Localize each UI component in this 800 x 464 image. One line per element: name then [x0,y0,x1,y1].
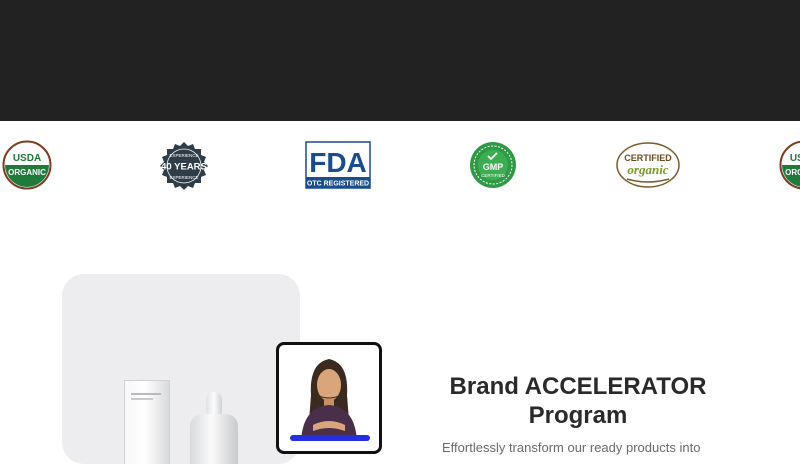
fda-logo-text: FDA [309,147,367,178]
gmp-certified-text: CERTIFIED [481,173,505,178]
certified-organic-badge: CERTIFIED organic [615,141,681,189]
gmp-text: GMP [483,162,504,172]
avatar-card[interactable] [276,342,382,454]
experience-bottom-text: EXPERIENCE [169,175,198,180]
otc-registered-text: OTC REGISTERED [307,181,369,188]
organic-text-repeat: ORGANIC [785,168,800,177]
usda-organic-badge: USDA ORGANIC [2,140,52,190]
forty-years-text: 40 YEARS [161,162,207,173]
gmp-certified-badge: GMP CERTIFIED [469,141,517,189]
organic-text: ORGANIC [8,168,46,177]
dropper-cap [206,392,222,414]
avatar-progress-bar [290,435,370,441]
product-image [62,274,300,464]
experience-40-years-badge: EXPERIENCE 40 YEARS EXPERIENCE [159,141,209,191]
top-header-bar [0,0,800,121]
product-box [124,380,170,464]
usda-text: USDA [13,153,41,164]
usda-text-repeat: USDA [790,153,800,164]
heading-line-2: Program [430,401,726,430]
organic-script-text: organic [627,162,668,177]
usda-organic-badge-repeat: USDA ORGANIC [779,140,800,190]
section-description: Effortlessly transform our ready product… [442,440,742,455]
certification-strip: USDA ORGANIC EXPERIENCE 40 YEARS EXPERIE… [0,121,800,211]
experience-top-text: EXPERIENCE [169,153,198,158]
section-heading: Brand ACCELERATOR Program [430,372,726,430]
fda-otc-badge: FDA OTC REGISTERED [305,141,371,189]
heading-line-1: Brand ACCELERATOR [430,372,726,401]
dropper-bottle [190,414,238,464]
